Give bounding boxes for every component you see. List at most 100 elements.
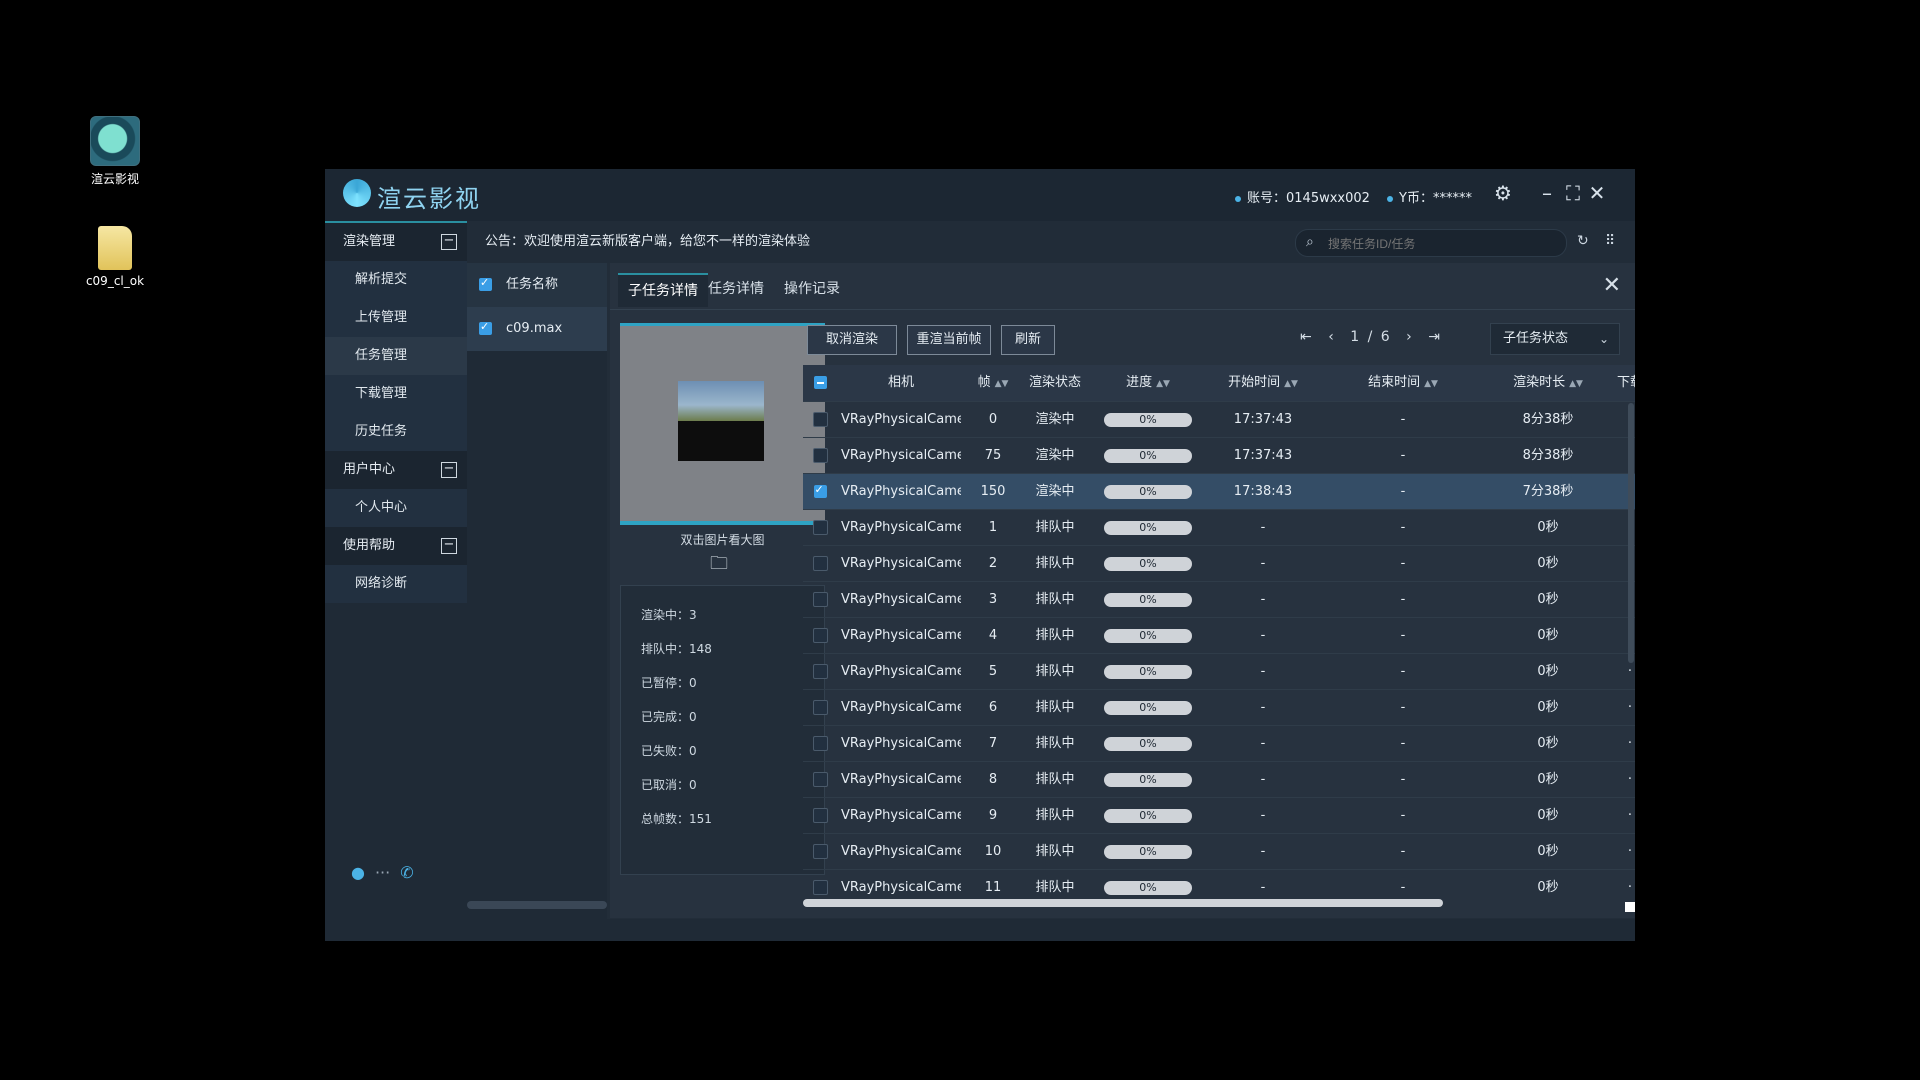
table-row[interactable]: VRayPhysicalCamer...150渲染中0%17:38:43-7分3… [803, 474, 1635, 510]
task-list-scrollbar[interactable] [467, 901, 607, 909]
sidebar-item-network-diag[interactable]: 网络诊断 [325, 565, 467, 603]
header-duration[interactable]: 渲染时长 ▲▼ [1483, 365, 1613, 400]
table-row[interactable]: VRayPhysicalCamer...9排队中0%--0秒· [803, 798, 1635, 834]
sidebar-group-help[interactable]: 使用帮助 − [325, 527, 467, 565]
refresh-icon[interactable]: ↻ [1577, 233, 1589, 249]
row-checkbox[interactable] [812, 844, 828, 859]
more-icon[interactable]: ··· [375, 863, 390, 882]
table-row[interactable]: VRayPhysicalCamer...10排队中0%--0秒· [803, 834, 1635, 870]
phone-icon[interactable]: ✆ [400, 863, 413, 882]
sidebar-item-profile[interactable]: 个人中心 [325, 489, 467, 527]
table-row[interactable]: VRayPhysicalCamer...75渲染中0%17:37:43-8分38… [803, 438, 1635, 474]
collapse-icon[interactable]: − [441, 538, 457, 554]
status-dot-icon [1387, 195, 1393, 202]
status-cell: 排队中 [1035, 844, 1075, 859]
balance-info: Y币：****** [1387, 187, 1472, 206]
row-checkbox[interactable] [812, 628, 828, 643]
desktop-icon-folder[interactable]: c09_cl_ok [60, 226, 170, 288]
table-row[interactable]: VRayPhysicalCamer...4排队中0%--0秒· [803, 618, 1635, 654]
stat-queued: 排队中：148 [641, 642, 712, 656]
row-checkbox[interactable] [812, 448, 828, 463]
table-row[interactable]: VRayPhysicalCamer...6排队中0%--0秒· [803, 690, 1635, 726]
table-vertical-scrollbar[interactable] [1628, 403, 1634, 663]
download-cell[interactable]: · [1615, 762, 1635, 797]
task-list-header: 任务名称 [467, 263, 607, 307]
sidebar-group-user[interactable]: 用户中心 − [325, 451, 467, 489]
camera-cell: VRayPhysicalCamer... [841, 664, 961, 679]
progress-text: 0% [1139, 412, 1157, 426]
select-all-checkbox[interactable] [479, 275, 492, 291]
row-checkbox[interactable] [812, 664, 828, 679]
search-input[interactable] [1326, 234, 1550, 254]
download-cell[interactable]: · [1615, 834, 1635, 869]
prev-page-icon[interactable]: ‹ [1328, 329, 1334, 345]
close-icon[interactable]: ✕ [1585, 181, 1609, 205]
row-checkbox[interactable] [812, 520, 828, 535]
download-cell[interactable]: · [1615, 726, 1635, 761]
sidebar-group-label: 用户中心 [343, 462, 396, 477]
table-row[interactable]: VRayPhysicalCamer...11排队中0%--0秒· [803, 870, 1635, 895]
duration-cell: 8分38秒 [1522, 448, 1574, 463]
status-filter-select[interactable]: 子任务状态 ⌄ [1490, 323, 1620, 355]
row-checkbox[interactable] [813, 482, 827, 498]
header-end-time[interactable]: 结束时间 ▲▼ [1323, 365, 1483, 400]
row-checkbox-cell [809, 618, 831, 653]
close-icon[interactable]: ✕ [1603, 273, 1621, 298]
download-cell[interactable]: · [1615, 798, 1635, 833]
collapse-icon[interactable]: − [441, 234, 457, 250]
rerender-frame-button[interactable]: 重渲当前帧 [907, 325, 991, 355]
contact-bar: ● ··· ✆ [351, 863, 451, 887]
row-checkbox[interactable] [812, 808, 828, 823]
frame-cell: 150 [980, 484, 1006, 499]
table-row[interactable]: VRayPhysicalCamer...8排队中0%--0秒· [803, 762, 1635, 798]
folder-open-icon[interactable]: 🗀 [710, 551, 728, 581]
next-page-icon[interactable]: › [1406, 329, 1412, 345]
status-cell: 排队中 [1035, 520, 1075, 535]
sidebar-item-history[interactable]: 历史任务 [325, 413, 467, 451]
task-checkbox[interactable] [479, 319, 492, 335]
row-checkbox[interactable] [812, 556, 828, 571]
select-all-checkbox[interactable] [813, 376, 827, 389]
row-checkbox[interactable] [812, 772, 828, 787]
qq-icon[interactable]: ● [351, 863, 365, 882]
tab-operation-log[interactable]: 操作记录 [774, 273, 850, 305]
row-checkbox[interactable] [812, 736, 828, 751]
tab-subtask-detail[interactable]: 子任务详情 [618, 273, 708, 307]
render-preview-image[interactable] [620, 323, 825, 525]
task-list-item[interactable]: c09.max [467, 307, 607, 351]
refresh-button[interactable]: 刷新 [1001, 325, 1055, 355]
maximize-icon[interactable]: ⛶ [1561, 181, 1585, 205]
gear-icon[interactable]: ⚙ [1491, 181, 1515, 205]
table-row[interactable]: VRayPhysicalCamer...7排队中0%--0秒· [803, 726, 1635, 762]
minimize-icon[interactable]: – [1535, 181, 1559, 205]
table-row[interactable]: VRayPhysicalCamer...1排队中0%--0秒· [803, 510, 1635, 546]
row-checkbox[interactable] [812, 880, 828, 895]
sidebar-item-download[interactable]: 下载管理 [325, 375, 467, 413]
header-frame[interactable]: 帧 ▲▼ [963, 365, 1023, 400]
sidebar-item-parse-submit[interactable]: 解析提交 [325, 261, 467, 299]
last-page-icon[interactable]: ⇥ [1428, 329, 1440, 345]
desktop-icon-xuanyun[interactable]: 渲云影视 [60, 116, 170, 187]
first-page-icon[interactable]: ⇤ [1300, 329, 1312, 345]
row-checkbox[interactable] [812, 412, 828, 427]
download-cell[interactable]: · [1615, 690, 1635, 725]
task-list: 任务名称 c09.max [467, 263, 607, 941]
sidebar-item-task-manage[interactable]: 任务管理 [325, 337, 467, 375]
table-row[interactable]: VRayPhysicalCamer...3排队中0%--0秒· [803, 582, 1635, 618]
row-checkbox[interactable] [812, 592, 828, 607]
header-camera: 相机 [887, 375, 914, 390]
download-cell[interactable]: · [1615, 870, 1635, 895]
sidebar-group-render[interactable]: 渲染管理 − [325, 223, 467, 261]
search-box[interactable]: ⌕ [1295, 229, 1567, 257]
table-row[interactable]: VRayPhysicalCamer...2排队中0%--0秒· [803, 546, 1635, 582]
xuanyun-app-icon [90, 116, 140, 166]
table-horizontal-scrollbar[interactable] [803, 899, 1443, 907]
tab-task-detail[interactable]: 任务详情 [698, 273, 774, 305]
sidebar-item-upload[interactable]: 上传管理 [325, 299, 467, 337]
collapse-icon[interactable]: − [441, 462, 457, 478]
table-row[interactable]: VRayPhysicalCamer...5排队中0%--0秒· [803, 654, 1635, 690]
grid-icon[interactable]: ⠿ [1605, 233, 1615, 249]
row-checkbox[interactable] [812, 700, 828, 715]
cancel-render-button[interactable]: 取消渲染 [807, 325, 897, 355]
table-row[interactable]: VRayPhysicalCamer...0渲染中0%17:37:43-8分38秒… [803, 402, 1635, 438]
